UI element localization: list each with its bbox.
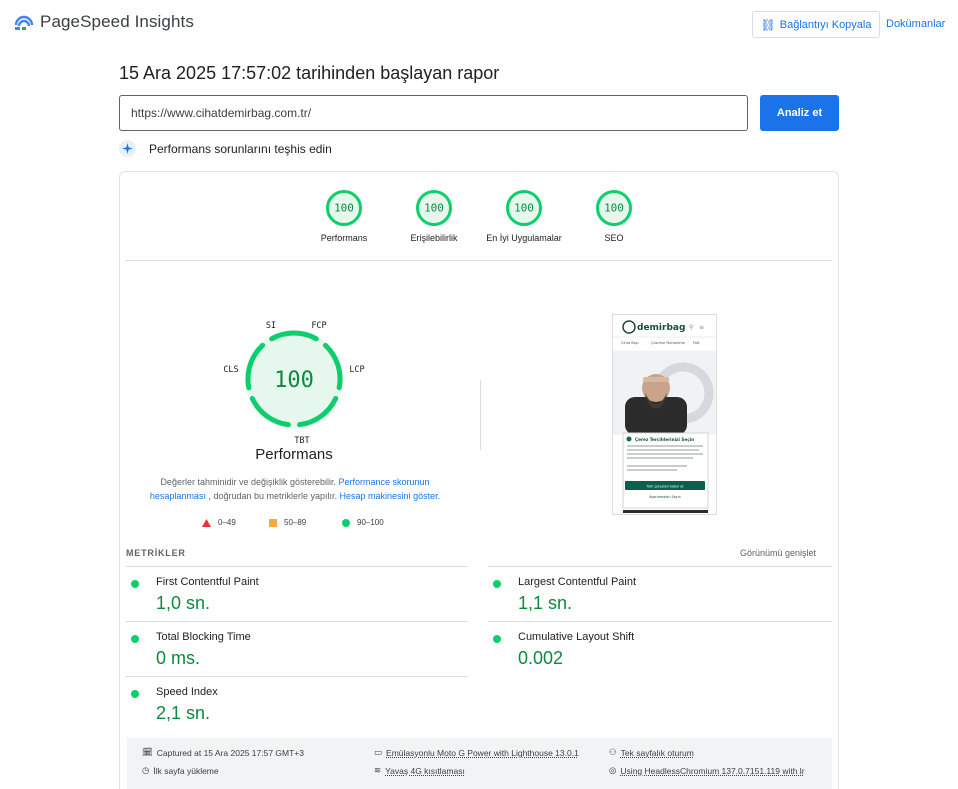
score-gauge-ring: 100 [326, 190, 362, 226]
screenshot-logo: demirbag [637, 323, 685, 333]
session-text: Tek sayfalık oturum [620, 747, 694, 758]
captured-text: Captured at 15 Ara 2025 17:57 GMT+3 [156, 747, 304, 758]
category-label: SEO [604, 233, 624, 243]
category-seo[interactable]: 100 SEO [554, 189, 674, 243]
wifi-icon: ≋ [374, 765, 382, 775]
category-score: 100 [334, 202, 354, 215]
metric-value: 2,1 sn. [156, 703, 211, 723]
link-icon: ⛓ [760, 17, 776, 32]
report-title: 15 Ara 2025 17:57:02 tarihinden başlayan… [119, 63, 500, 83]
load-text: İlk sayfa yükleme [153, 765, 219, 776]
legend-range: 90–100 [357, 518, 384, 527]
svg-text:≡: ≡ [699, 324, 704, 331]
performance-score: 100 [274, 368, 314, 393]
svg-text:⚲: ⚲ [689, 324, 693, 331]
score-gauge-ring: 100 [506, 190, 542, 226]
legend-fail: 0–49 [202, 518, 236, 527]
screenshot-settings: Ayarlamaları Seçin [649, 495, 681, 499]
device-icon: ▭ [374, 747, 383, 757]
divider [488, 566, 832, 567]
divider [488, 621, 832, 622]
gauge-label-lcp: LCP [349, 365, 364, 375]
screenshot-dialog-title: Çerez Tercihlerinizi Seçin [635, 437, 694, 442]
legend-range: 0–49 [218, 518, 236, 527]
metrics-heading: METRİKLER [126, 548, 186, 558]
legend-pass: 90–100 [342, 518, 384, 527]
divider [126, 676, 468, 677]
emulation-text: Emülasyonlu Moto G Power with Lighthouse… [386, 747, 579, 758]
category-score: 100 [604, 202, 624, 215]
people-icon: ⚇ [609, 747, 617, 757]
metric-name: Cumulative Layout Shift [518, 631, 635, 643]
screenshot-accept: Tüm çerezleri kabul et [645, 485, 684, 489]
score-gauge-ring: 100 [596, 190, 632, 226]
gauge-label-cls: CLS [223, 365, 238, 375]
pass-dot-icon [131, 580, 139, 588]
divider [126, 260, 832, 261]
score-gauge-ring: 100 [416, 190, 452, 226]
vertical-divider [480, 380, 481, 450]
divider [126, 621, 468, 622]
desc-text: Değerler tahminidir ve değişiklik göster… [160, 477, 339, 487]
throttling-info[interactable]: ≋ Yavaş 4G kısıtlaması [374, 765, 465, 776]
screenshot-nav: Fatt [693, 341, 700, 345]
calculator-link[interactable]: Hesap makinesini göster. [340, 491, 441, 501]
screenshot-image: demirbag ⚲ ≡ Cihat Başı Çözüme Mahareme … [613, 315, 716, 514]
browser-icon: ◎ [609, 765, 617, 775]
gauge-label-fcp: FCP [311, 321, 326, 331]
metric-name: First Contentful Paint [156, 576, 259, 588]
metric-name: Speed Index [156, 686, 218, 698]
browser-text: Using HeadlessChromium 137.0.7151.119 wi… [620, 765, 805, 776]
pagespeed-logo-icon [14, 15, 34, 30]
diagnose-label: Performans sorunlarını teşhis edin [149, 141, 332, 156]
category-score: 100 [514, 202, 534, 215]
calendar-icon: 🗓 [142, 747, 153, 757]
desc-text: , doğrudan bu metriklerle yapılır. [205, 491, 340, 501]
load-info: ◷ İlk sayfa yükleme [142, 765, 219, 776]
captured-info: 🗓 Captured at 15 Ara 2025 17:57 GMT+3 [142, 747, 304, 758]
metric-value: 0.002 [518, 648, 564, 668]
legend-average: 50–89 [269, 518, 306, 527]
brand[interactable]: PageSpeed Insights [14, 12, 194, 32]
performance-title: Performans [255, 446, 333, 463]
docs-link[interactable]: Dokümanlar [886, 18, 945, 30]
pass-dot-icon [131, 635, 139, 643]
metric-value: 0 ms. [156, 648, 201, 668]
metric-name: Largest Contentful Paint [518, 576, 637, 588]
triangle-icon [202, 518, 211, 527]
diagnose-tab[interactable]: Performans sorunlarını teşhis edin [119, 140, 332, 157]
screenshot-nav: Çözüme Mahareme [651, 341, 685, 345]
pass-dot-icon [131, 690, 139, 698]
sparkle-icon [119, 140, 136, 157]
performance-description: Değerler tahminidir ve değişiklik göster… [140, 475, 450, 503]
analyze-button[interactable]: Analiz et [760, 95, 839, 131]
timer-icon: ◷ [142, 765, 150, 775]
copy-link-label: Bağlantıyı Kopyala [779, 18, 872, 31]
browser-info[interactable]: ◎ Using HeadlessChromium 137.0.7151.119 … [609, 765, 805, 776]
performance-gauge: 100 SI FCP LCP TBT CLS [223, 321, 364, 446]
metric-value: 1,1 sn. [518, 593, 573, 613]
circle-icon [342, 518, 350, 527]
category-score: 100 [424, 202, 444, 215]
square-icon [269, 518, 277, 527]
runtime-settings [127, 738, 832, 789]
expand-view-toggle[interactable]: Görünümü genişlet [740, 548, 816, 558]
page-screenshot[interactable]: demirbag ⚲ ≡ Cihat Başı Çözüme Mahareme … [612, 314, 717, 515]
pass-dot-icon [493, 635, 501, 643]
screenshot-nav: Cihat Başı [621, 341, 639, 345]
copy-link-button[interactable]: ⛓ Bağlantıyı Kopyala [752, 11, 880, 38]
url-input[interactable] [119, 95, 748, 131]
session-info[interactable]: ⚇ Tek sayfalık oturum [609, 747, 694, 758]
gauge-label-tbt: TBT [294, 436, 309, 446]
legend-range: 50–89 [284, 518, 307, 527]
brand-name: PageSpeed Insights [40, 12, 194, 31]
metric-name: Total Blocking Time [156, 631, 251, 643]
throttling-text: Yavaş 4G kısıtlaması [385, 765, 465, 776]
top-bar: PageSpeed Insights ⛓ Bağlantıyı Kopyala … [0, 0, 958, 48]
gauge-label-si: SI [266, 321, 276, 331]
divider [126, 566, 468, 567]
emulation-info[interactable]: ▭ Emülasyonlu Moto G Power with Lighthou… [374, 747, 579, 758]
pass-dot-icon [493, 580, 501, 588]
metric-value: 1,0 sn. [156, 593, 211, 613]
